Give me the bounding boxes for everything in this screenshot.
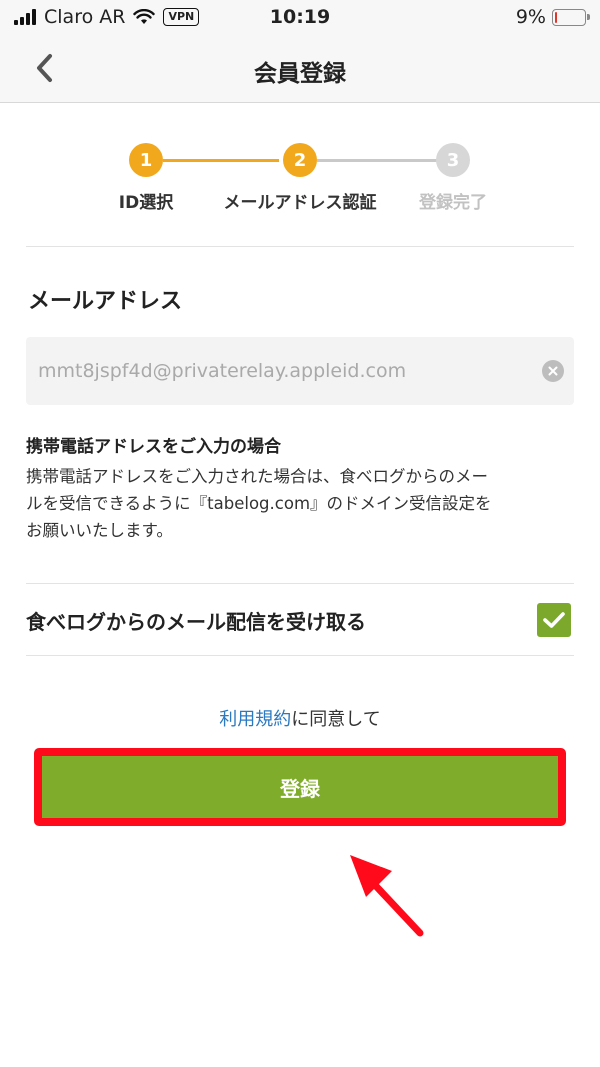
checkmark-icon	[543, 612, 565, 628]
status-right: 9%	[515, 6, 590, 28]
status-bar: Claro AR VPN 10:19 9%	[0, 0, 600, 34]
battery-icon	[552, 8, 590, 26]
terms-link[interactable]: 利用規約	[219, 709, 291, 730]
receive-mail-label: 食べログからのメール配信を受け取る	[26, 610, 366, 634]
step-3-label: 登録完了	[419, 193, 487, 213]
step-1-indicator: 1	[129, 143, 163, 177]
clear-input-button[interactable]	[542, 360, 564, 382]
nav-bar: 会員登録	[0, 34, 600, 103]
mobile-note-line: ルを受信できるように『tabelog.com』のドメイン受信設定を	[26, 494, 492, 513]
terms-agreement: 利用規約に同意して	[0, 705, 600, 731]
registration-stepper: 1 2 3 ID選択 メールアドレス認証 登録完了	[0, 103, 600, 246]
mobile-note-title: 携帯電話アドレスをご入力の場合	[26, 437, 281, 457]
step-3-indicator: 3	[436, 143, 470, 177]
agreement-suffix: に同意して	[291, 709, 381, 730]
battery-percent: 9%	[515, 6, 546, 28]
receive-mail-checkbox[interactable]	[537, 603, 571, 637]
divider	[26, 655, 574, 656]
email-field[interactable]: mmt8jspf4d@privaterelay.appleid.com	[26, 337, 574, 405]
register-button-label: 登録	[280, 776, 320, 801]
close-icon	[548, 366, 558, 376]
step-connector-1	[163, 159, 279, 162]
mobile-note-line: 携帯電話アドレスをご入力された場合は、食べログからのメー	[26, 467, 488, 486]
page-title: 会員登録	[254, 61, 346, 87]
email-value: mmt8jspf4d@privaterelay.appleid.com	[38, 360, 407, 382]
step-2-label: メールアドレス認証	[223, 193, 377, 213]
divider	[26, 246, 574, 247]
mobile-note-line: お願いいたします。	[26, 521, 173, 540]
status-time: 10:19	[269, 6, 331, 28]
step-connector-2	[317, 159, 437, 162]
mobile-note-body: 携帯電話アドレスをご入力された場合は、食べログからのメー ルを受信できるように『…	[26, 463, 578, 544]
email-section-title: メールアドレス	[28, 289, 183, 314]
step-1-label: ID選択	[118, 193, 174, 213]
divider	[26, 583, 574, 584]
register-button[interactable]: 登録	[34, 748, 566, 826]
annotation-arrow-icon	[350, 855, 424, 937]
step-2-indicator: 2	[283, 143, 317, 177]
battery-level	[555, 11, 557, 23]
